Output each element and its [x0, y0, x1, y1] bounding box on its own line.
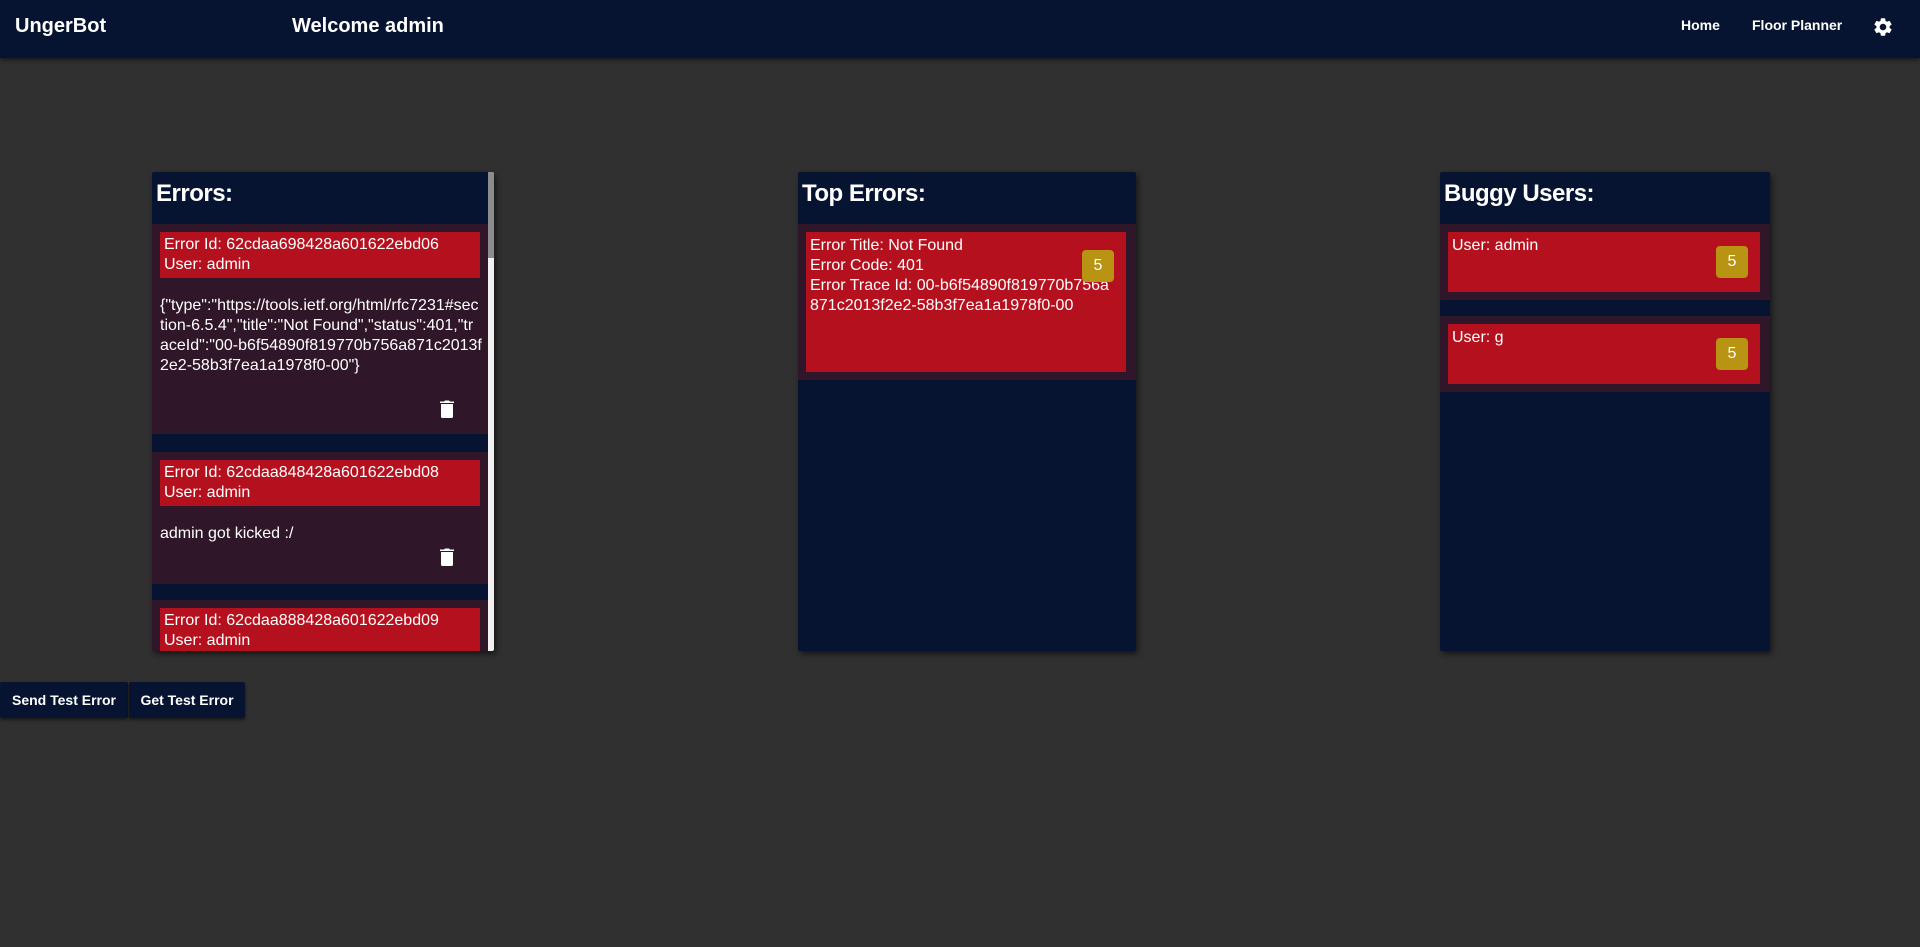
- error-card: Error Id: 62cdaa698428a601622ebd06 User:…: [152, 224, 488, 434]
- brand-title[interactable]: UngerBot: [15, 15, 106, 38]
- buggy-user-count-badge: 5: [1716, 246, 1748, 278]
- buggy-user-name: User: g: [1452, 329, 1504, 346]
- buggy-user-count-badge: 5: [1716, 338, 1748, 370]
- top-error-trace: Error Trace Id: 00-b6f54890f819770b756a8…: [810, 277, 1109, 314]
- error-card-header: Error Id: 62cdaa888428a601622ebd09 User:…: [160, 608, 480, 651]
- top-error-title: Error Title: Not Found: [810, 237, 963, 254]
- buggy-users-panel-title: Buggy Users:: [1444, 180, 1595, 207]
- top-errors-panel-title: Top Errors:: [802, 180, 926, 207]
- buggy-user-name: User: admin: [1452, 237, 1539, 254]
- top-error-card: Error Title: Not Found Error Code: 401 E…: [798, 224, 1136, 380]
- error-message: admin got kicked :/: [160, 525, 294, 542]
- nav-floor-planner-link[interactable]: Floor Planner: [1752, 17, 1842, 33]
- error-card-header: Error Id: 62cdaa698428a601622ebd06 User:…: [160, 232, 480, 278]
- error-card: Error Id: 62cdaa848428a601622ebd08 User:…: [152, 452, 488, 584]
- error-user: User: admin: [164, 632, 251, 649]
- error-id: Error Id: 62cdaa698428a601622ebd06: [164, 236, 439, 253]
- top-navbar: UngerBot Welcome admin Home Floor Planne…: [0, 0, 1920, 58]
- trash-icon[interactable]: [440, 548, 454, 566]
- buggy-user-box: User: admin 5: [1448, 232, 1760, 292]
- error-message: {"type":"https://tools.ietf.org/html/rfc…: [160, 297, 482, 374]
- gear-icon[interactable]: [1872, 16, 1894, 38]
- error-id: Error Id: 62cdaa888428a601622ebd09: [164, 612, 439, 629]
- trash-icon[interactable]: [440, 400, 454, 418]
- buggy-users-panel: Buggy Users: User: admin 5 User: g 5: [1440, 172, 1770, 651]
- error-card-header: Error Id: 62cdaa848428a601622ebd08 User:…: [160, 460, 480, 506]
- welcome-text: Welcome admin: [292, 15, 444, 37]
- buggy-user-card: User: g 5: [1440, 316, 1770, 392]
- top-errors-panel: Top Errors: Error Title: Not Found Error…: [798, 172, 1136, 651]
- buggy-user-card: User: admin 5: [1440, 224, 1770, 300]
- get-test-error-button[interactable]: Get Test Error: [129, 682, 245, 718]
- top-error-count-badge: 5: [1082, 250, 1114, 282]
- top-error-details: Error Title: Not Found Error Code: 401 E…: [806, 232, 1126, 372]
- send-test-error-button[interactable]: Send Test Error: [0, 682, 128, 718]
- nav-home-link[interactable]: Home: [1681, 17, 1720, 33]
- errors-scrollbar-thumb[interactable]: [488, 172, 494, 258]
- error-card: Error Id: 62cdaa888428a601622ebd09 User:…: [152, 600, 488, 651]
- error-user: User: admin: [164, 484, 251, 501]
- errors-panel: Errors: Error Id: 62cdaa698428a601622ebd…: [152, 172, 494, 651]
- errors-scrollbar[interactable]: [488, 172, 494, 651]
- errors-panel-title: Errors:: [156, 180, 233, 207]
- buggy-user-box: User: g 5: [1448, 324, 1760, 384]
- error-id: Error Id: 62cdaa848428a601622ebd08: [164, 464, 439, 481]
- top-error-code: Error Code: 401: [810, 257, 924, 274]
- error-user: User: admin: [164, 256, 251, 273]
